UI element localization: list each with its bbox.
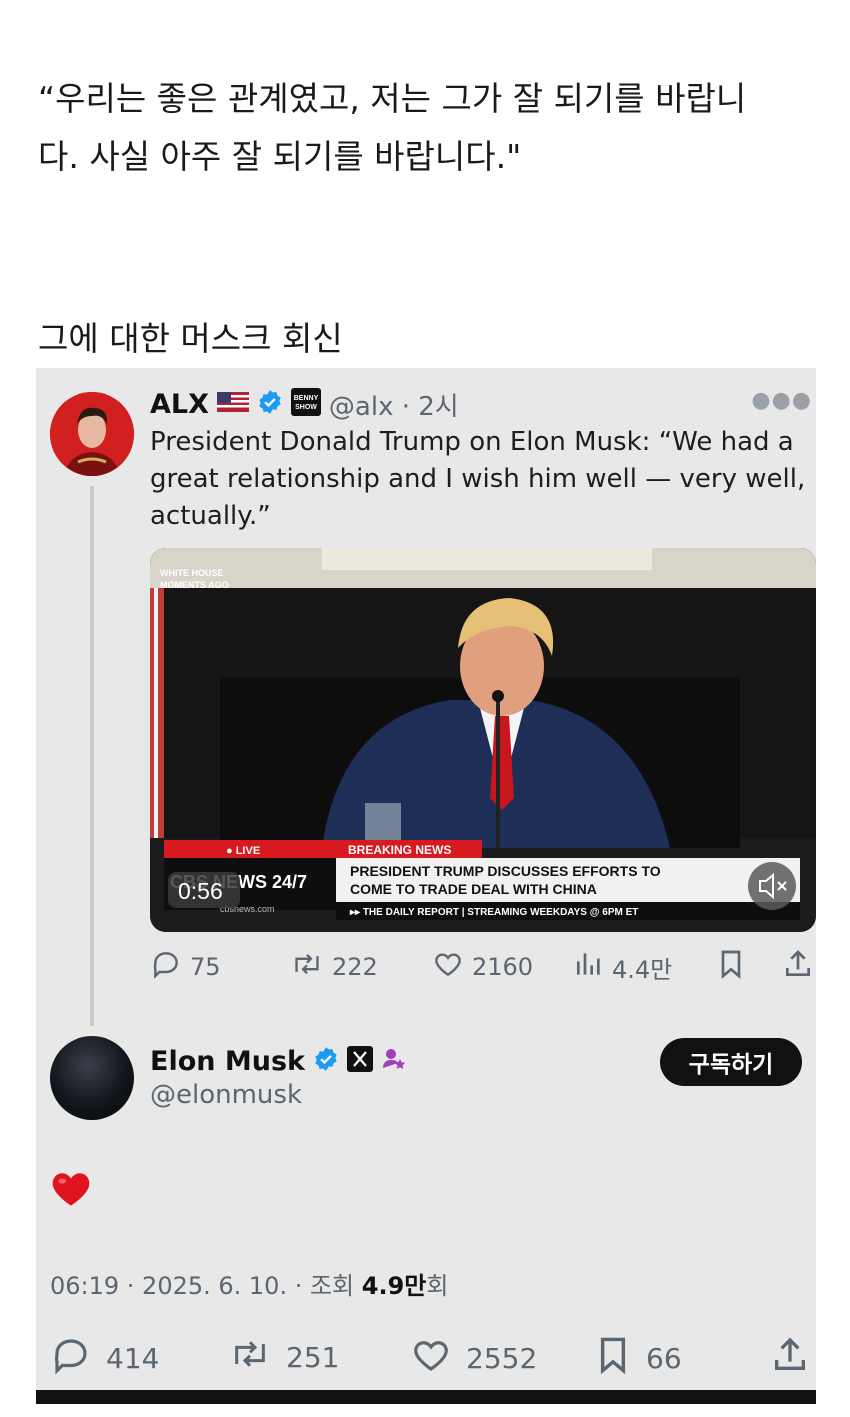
video-frame: WHITE HOUSE MOMENTS AGO ● LIVE BREAKING … bbox=[150, 548, 816, 932]
corner-tag-line-2: MOMENTS AGO bbox=[160, 580, 229, 590]
verified-badge-icon bbox=[313, 1046, 339, 1076]
repost-icon bbox=[290, 948, 324, 986]
corner-tag-line-1: WHITE HOUSE bbox=[160, 568, 224, 578]
reply-repost-button[interactable]: 251 bbox=[228, 1334, 339, 1381]
handle-time[interactable]: @alx · 2시 bbox=[329, 386, 459, 423]
reply-reply-count: 414 bbox=[106, 1342, 160, 1375]
musk-avatar[interactable] bbox=[50, 1036, 134, 1120]
article-subtitle: 그에 대한 머스크 회신 bbox=[38, 319, 343, 358]
repost-button[interactable]: 222 bbox=[290, 948, 378, 986]
reply-timestamp: 06:19 · 2025. 6. 10. · 조회 bbox=[50, 1272, 362, 1300]
reply-meta: 06:19 · 2025. 6. 10. · 조회 4.9만회 bbox=[50, 1266, 448, 1301]
bookmark-icon bbox=[716, 948, 746, 986]
x-logo-icon bbox=[347, 1046, 373, 1076]
tweet-screenshot: ALX BENNY SHOW @alx · 2시 ●●● President D… bbox=[36, 368, 816, 1403]
like-count: 2160 bbox=[472, 953, 534, 981]
svg-text:BENNY: BENNY bbox=[294, 395, 319, 402]
share-button[interactable] bbox=[782, 948, 814, 986]
reply-icon bbox=[50, 1334, 92, 1383]
reply-repost-count: 251 bbox=[286, 1341, 340, 1374]
red-heart-emoji-icon bbox=[50, 1168, 92, 1210]
reply-handle[interactable]: @elonmusk bbox=[150, 1080, 302, 1110]
quote-line-2: 다. 사실 아주 잘 되기를 바랍니다." bbox=[38, 137, 522, 176]
gov-affiliate-icon bbox=[381, 1046, 407, 1076]
affiliate-logo-icon: BENNY SHOW bbox=[290, 388, 321, 420]
thread-line bbox=[90, 486, 94, 1026]
video-player[interactable]: WHITE HOUSE MOMENTS AGO ● LIVE BREAKING … bbox=[150, 548, 816, 932]
share-icon bbox=[770, 1334, 810, 1383]
headline-line-1: PRESIDENT TRUMP DISCUSSES EFFORTS TO bbox=[350, 863, 661, 879]
headline-line-2: COME TO TRADE DEAL WITH CHINA bbox=[350, 881, 597, 897]
reply-reply-button[interactable]: 414 bbox=[50, 1334, 159, 1383]
repost-count: 222 bbox=[332, 953, 378, 981]
bookmark-button[interactable] bbox=[716, 948, 746, 986]
reply-actions: 414 251 2552 66 bbox=[50, 1334, 816, 1380]
reply-button[interactable]: 75 bbox=[150, 948, 221, 986]
bookmark-icon bbox=[594, 1334, 632, 1383]
views-icon bbox=[574, 948, 604, 986]
video-duration: 0:56 bbox=[178, 878, 223, 904]
author-name[interactable]: ALX bbox=[150, 389, 209, 420]
reply-share-button[interactable] bbox=[770, 1334, 810, 1383]
repost-icon bbox=[228, 1334, 272, 1381]
reply-count: 75 bbox=[190, 953, 221, 981]
like-icon bbox=[410, 1334, 452, 1383]
bottom-divider bbox=[36, 1390, 816, 1404]
article-quote: “우리는 좋은 관계였고, 저는 그가 잘 되기를 바랍니 다. 사실 아주 잘… bbox=[38, 70, 818, 186]
share-icon bbox=[782, 948, 814, 986]
quote-line-1: “우리는 좋은 관계였고, 저는 그가 잘 되기를 바랍니 bbox=[38, 79, 747, 118]
reply-like-count: 2552 bbox=[466, 1342, 538, 1375]
reply-bookmark-count: 66 bbox=[646, 1342, 682, 1375]
reply-bookmark-button[interactable]: 66 bbox=[594, 1334, 682, 1383]
svg-text:SHOW: SHOW bbox=[295, 404, 317, 411]
us-flag-icon bbox=[216, 392, 249, 416]
subscribe-button[interactable]: 구독하기 bbox=[660, 1038, 802, 1086]
verified-badge-icon bbox=[257, 389, 283, 419]
more-options-icon[interactable]: ●●● bbox=[751, 388, 812, 413]
like-icon bbox=[432, 948, 464, 986]
ticker-text: ▸▸ THE DAILY REPORT | STREAMING WEEKDAYS… bbox=[349, 907, 638, 918]
reply-view-suffix: 회 bbox=[426, 1272, 449, 1300]
views-count: 4.4만 bbox=[612, 955, 673, 984]
tweet-actions: 75 222 2160 4.4만 bbox=[150, 948, 816, 988]
reply-view-count: 4.9만 bbox=[361, 1272, 427, 1300]
like-button[interactable]: 2160 bbox=[432, 948, 533, 986]
views-button[interactable]: 4.4만 bbox=[574, 948, 672, 986]
reply-icon bbox=[150, 948, 182, 986]
reply-author-name[interactable]: Elon Musk bbox=[150, 1046, 305, 1077]
tweet-text: President Donald Trump on Elon Musk: “We… bbox=[150, 427, 806, 531]
mute-icon[interactable] bbox=[748, 862, 796, 910]
tweet-header: ALX BENNY SHOW @alx · 2시 bbox=[150, 386, 459, 422]
reply-like-button[interactable]: 2552 bbox=[410, 1334, 537, 1383]
alx-avatar[interactable] bbox=[50, 392, 134, 476]
breaking-label: BREAKING NEWS bbox=[348, 843, 451, 857]
live-label: ● LIVE bbox=[226, 845, 260, 857]
reply-header: Elon Musk bbox=[150, 1042, 407, 1080]
